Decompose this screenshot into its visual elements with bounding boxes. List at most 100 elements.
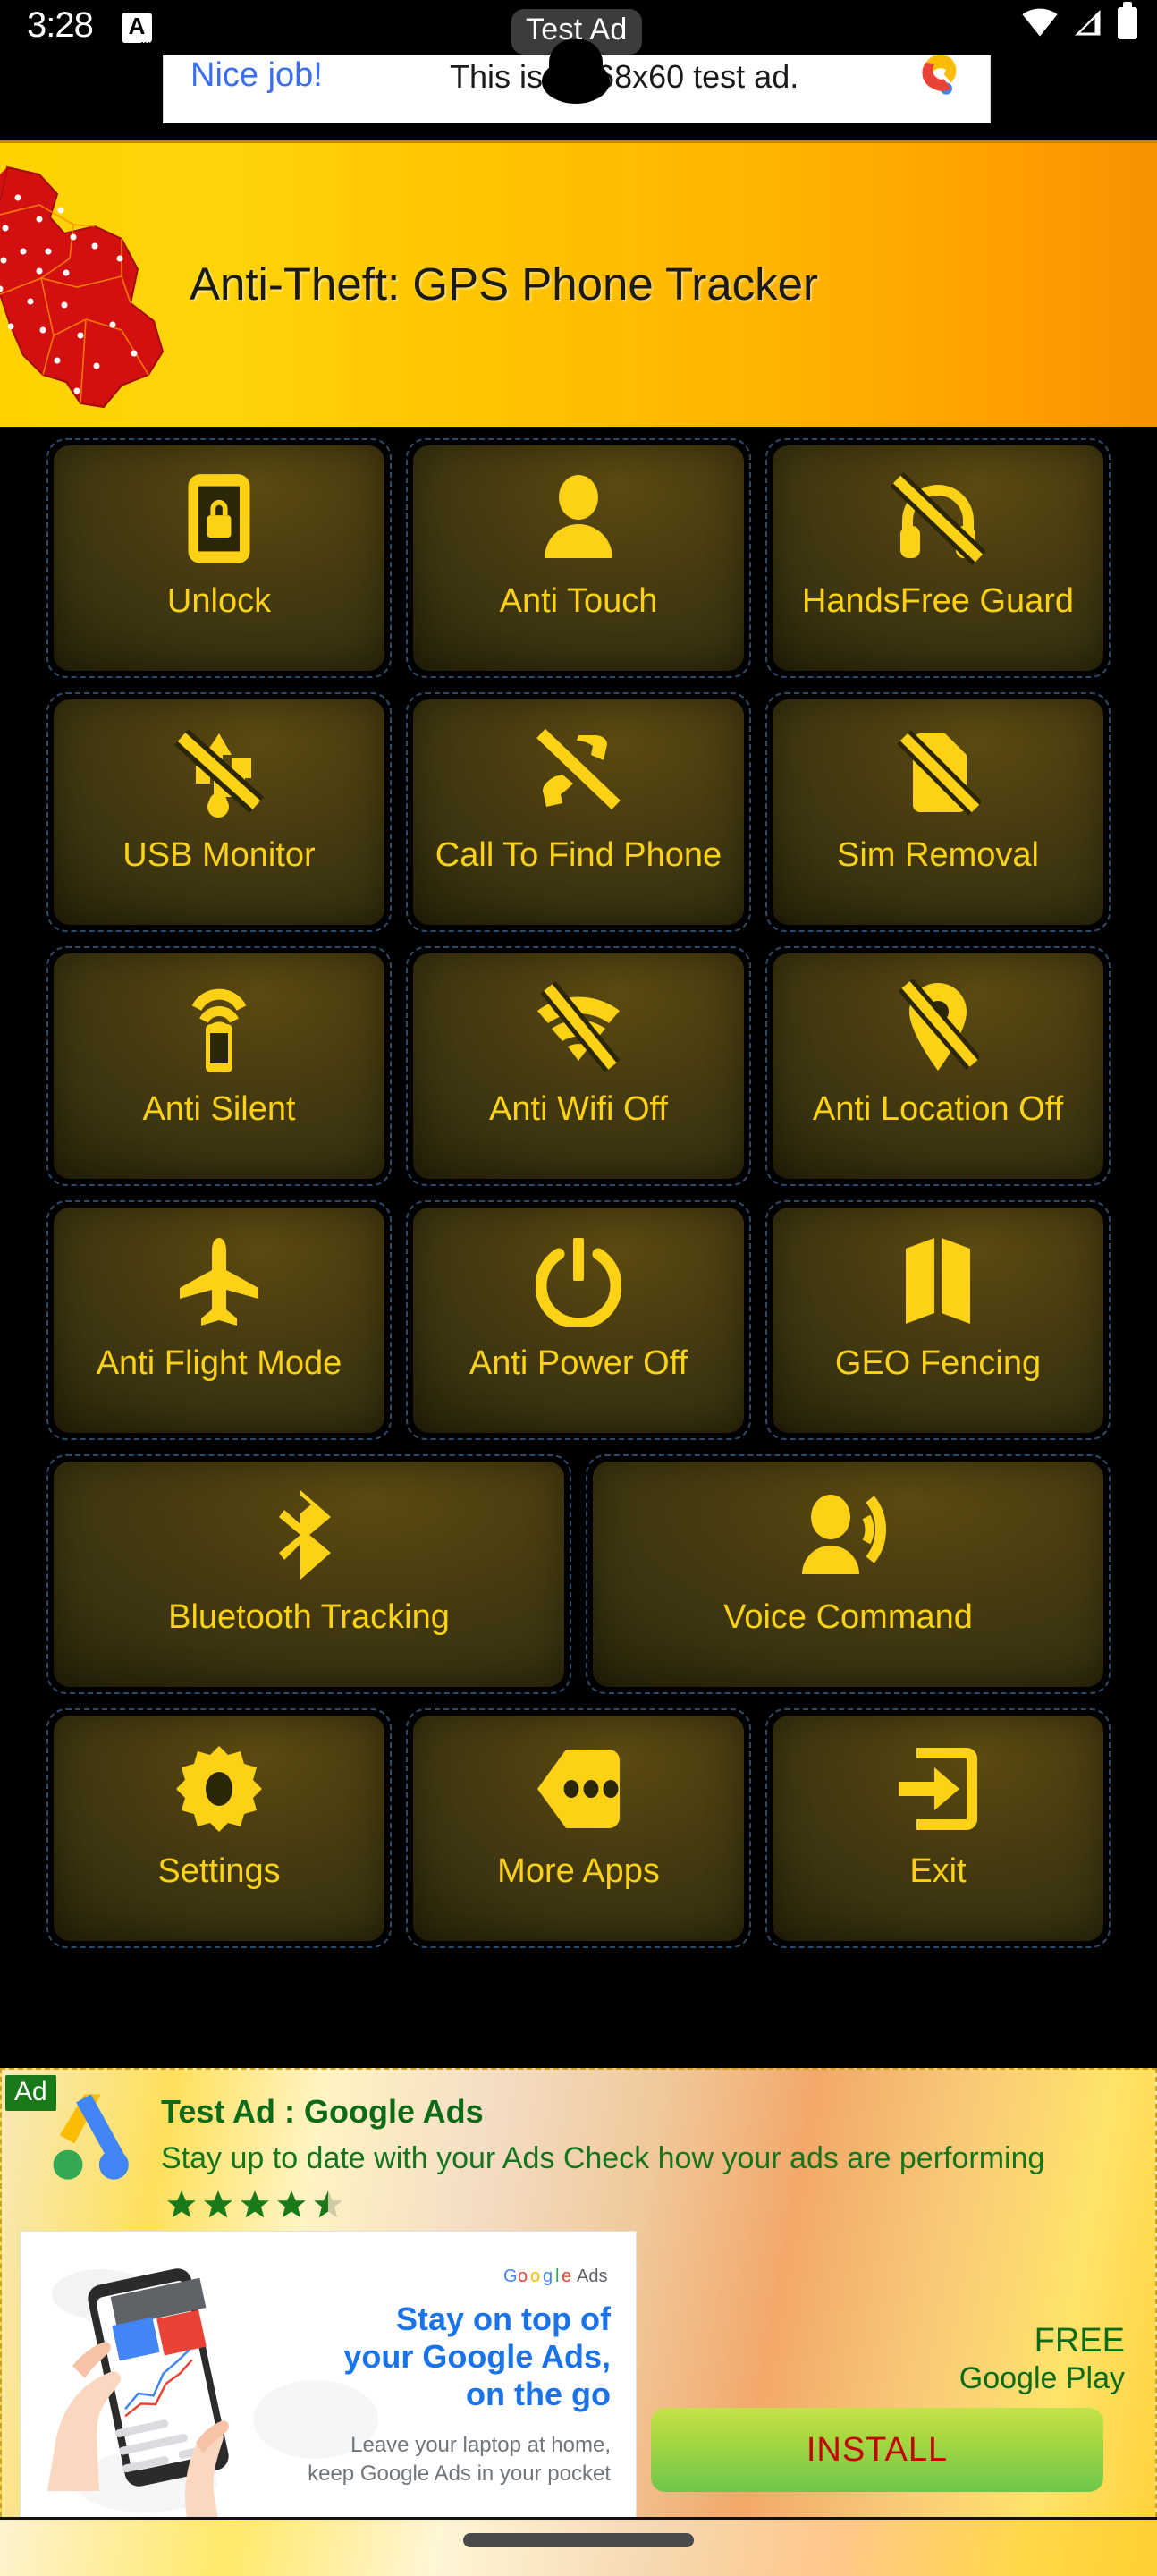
headset-off-icon [890,469,986,569]
grid-row: USB Monitor Call To Find Phone Sim Remov… [46,692,1111,932]
tile-label: Call To Find Phone [435,836,722,874]
home-gesture-pill[interactable] [463,2533,694,2547]
tile-geo-fencing[interactable]: GEO Fencing [765,1200,1111,1440]
star-icon [241,2190,269,2218]
nav-divider [0,2517,1157,2520]
grid-row: Anti Silent Anti Wifi Off Anti Location … [46,946,1111,1186]
tile-label: Anti Location Off [812,1090,1064,1128]
status-bar-clock: 3:28 [27,5,94,45]
tile-label: Anti Wifi Off [489,1090,668,1128]
ad-subtitle: Stay up to date with your Ads Check how … [161,2141,1045,2175]
tile-voice-command[interactable]: Voice Command [586,1454,1111,1694]
svg-text:Stay on top of: Stay on top of [396,2301,612,2337]
tile-label: Exit [909,1852,967,1890]
svg-text:o: o [518,2267,528,2286]
svg-text:g: g [543,2267,553,2286]
tile-label: Voice Command [723,1598,973,1636]
tile-anti-power-off[interactable]: Anti Power Off [406,1200,751,1440]
svg-text:G: G [503,2267,518,2286]
bottom-ad-panel[interactable]: Ad Test Ad : Google Ads Stay up to date … [0,2068,1157,2544]
grid-row: Unlock Anti Touch HandsFree Guard [46,438,1111,678]
tile-label: More Apps [497,1852,660,1890]
map-icon [899,1231,977,1331]
svg-text:your Google Ads,: your Google Ads, [343,2338,611,2375]
tile-label: Anti Flight Mode [96,1344,342,1382]
tile-label: Anti Touch [499,582,658,620]
tile-sim-removal[interactable]: Sim Removal [765,692,1111,932]
tile-exit[interactable]: Exit [765,1708,1111,1948]
feature-grid: Unlock Anti Touch HandsFree Guard USB Mo… [0,438,1157,2057]
grid-row: Bluetooth Tracking Voice Command [46,1454,1111,1694]
svg-text:Leave your laptop at home,: Leave your laptop at home, [350,2433,611,2457]
ad-title: Test Ad : Google Ads [161,2093,484,2130]
tile-anti-touch[interactable]: Anti Touch [406,438,751,678]
tile-anti-flight-mode[interactable]: Anti Flight Mode [46,1200,392,1440]
tile-usb-monitor[interactable]: USB Monitor [46,692,392,932]
app-screen: 3:28 A ... Nice job! This is a 768x60 te… [0,0,1157,2576]
svg-text:l: l [555,2267,559,2286]
page-title: Anti-Theft: GPS Phone Tracker [190,258,818,309]
voice-person-icon [798,1485,899,1585]
svg-text:keep Google Ads in your pocket: keep Google Ads in your pocket [308,2462,611,2486]
tile-label: HandsFree Guard [801,582,1075,620]
sim-card-off-icon [895,723,981,823]
more-dots-icon [534,1739,623,1839]
status-bar-icons [1021,2,1137,39]
phone-missed-icon [530,723,627,823]
tile-more-apps[interactable]: More Apps [406,1708,751,1948]
tile-handsfree-guard[interactable]: HandsFree Guard [765,438,1111,678]
tile-settings[interactable]: Settings [46,1708,392,1948]
svg-text:o: o [530,2267,540,2286]
tile-label: Anti Silent [142,1090,296,1128]
top-ad-message: This is a 768x60 test ad. [450,58,799,95]
star-icon [277,2190,306,2218]
svg-text:Ads: Ads [577,2267,607,2286]
tile-bluetooth-tracking[interactable]: Bluetooth Tracking [46,1454,571,1694]
phone-vibrate-icon [186,977,252,1077]
svg-text:on the go: on the go [466,2376,611,2412]
wifi-icon [1022,8,1058,37]
tile-label: USB Monitor [122,836,316,874]
ad-badge: Ad [5,2075,56,2111]
notification-overflow-dots: ... [140,33,150,47]
tile-unlock[interactable]: Unlock [46,438,392,678]
phone-lock-icon [178,469,260,569]
ad-creative-illustration: G o o g l e Ads Stay on top of your Goog… [21,2232,636,2525]
ad-creative-image[interactable]: G o o g l e Ads Stay on top of your Goog… [20,2231,637,2526]
star-half-icon [314,2190,342,2218]
person-icon [534,469,623,569]
touch-pointer-indicator [542,39,610,104]
tile-label: Unlock [166,582,272,620]
tile-label: Anti Power Off [469,1344,688,1382]
ad-store-label: Google Play [959,2361,1125,2395]
exit-arrow-icon [895,1739,981,1839]
ad-price-label: FREE [1034,2322,1125,2360]
app-header-banner: Anti-Theft: GPS Phone Tracker [0,140,1157,427]
grid-row: Anti Flight Mode Anti Power Off GEO Fenc… [46,1200,1111,1440]
status-badge [165,2188,345,2222]
gear-icon [174,1739,264,1839]
header-top-divider [0,140,1157,143]
star-icon [204,2190,232,2218]
bluetooth-icon [275,1485,343,1585]
top-ad-link[interactable]: Nice job! [190,56,323,95]
tile-anti-wifi-off[interactable]: Anti Wifi Off [406,946,751,1186]
airplane-icon [174,1231,264,1331]
google-ads-logo-icon [53,2094,129,2180]
location-off-icon [897,977,979,1077]
usb-off-icon [173,723,266,823]
star-icon [167,2190,196,2218]
svg-text:e: e [562,2267,571,2286]
tile-label: Bluetooth Tracking [168,1598,450,1636]
install-button[interactable]: INSTALL [651,2408,1103,2492]
tile-anti-location-off[interactable]: Anti Location Off [765,946,1111,1186]
signal-icon [1075,10,1101,36]
tile-call-to-find-phone[interactable]: Call To Find Phone [406,692,751,932]
tile-anti-silent[interactable]: Anti Silent [46,946,392,1186]
power-icon [536,1231,621,1331]
tile-label: Settings [157,1852,281,1890]
tile-label: GEO Fencing [834,1344,1042,1382]
system-nav-bar [0,2517,1157,2576]
grid-row: Settings More Apps Exit [46,1708,1111,1948]
battery-icon [1118,2,1137,39]
